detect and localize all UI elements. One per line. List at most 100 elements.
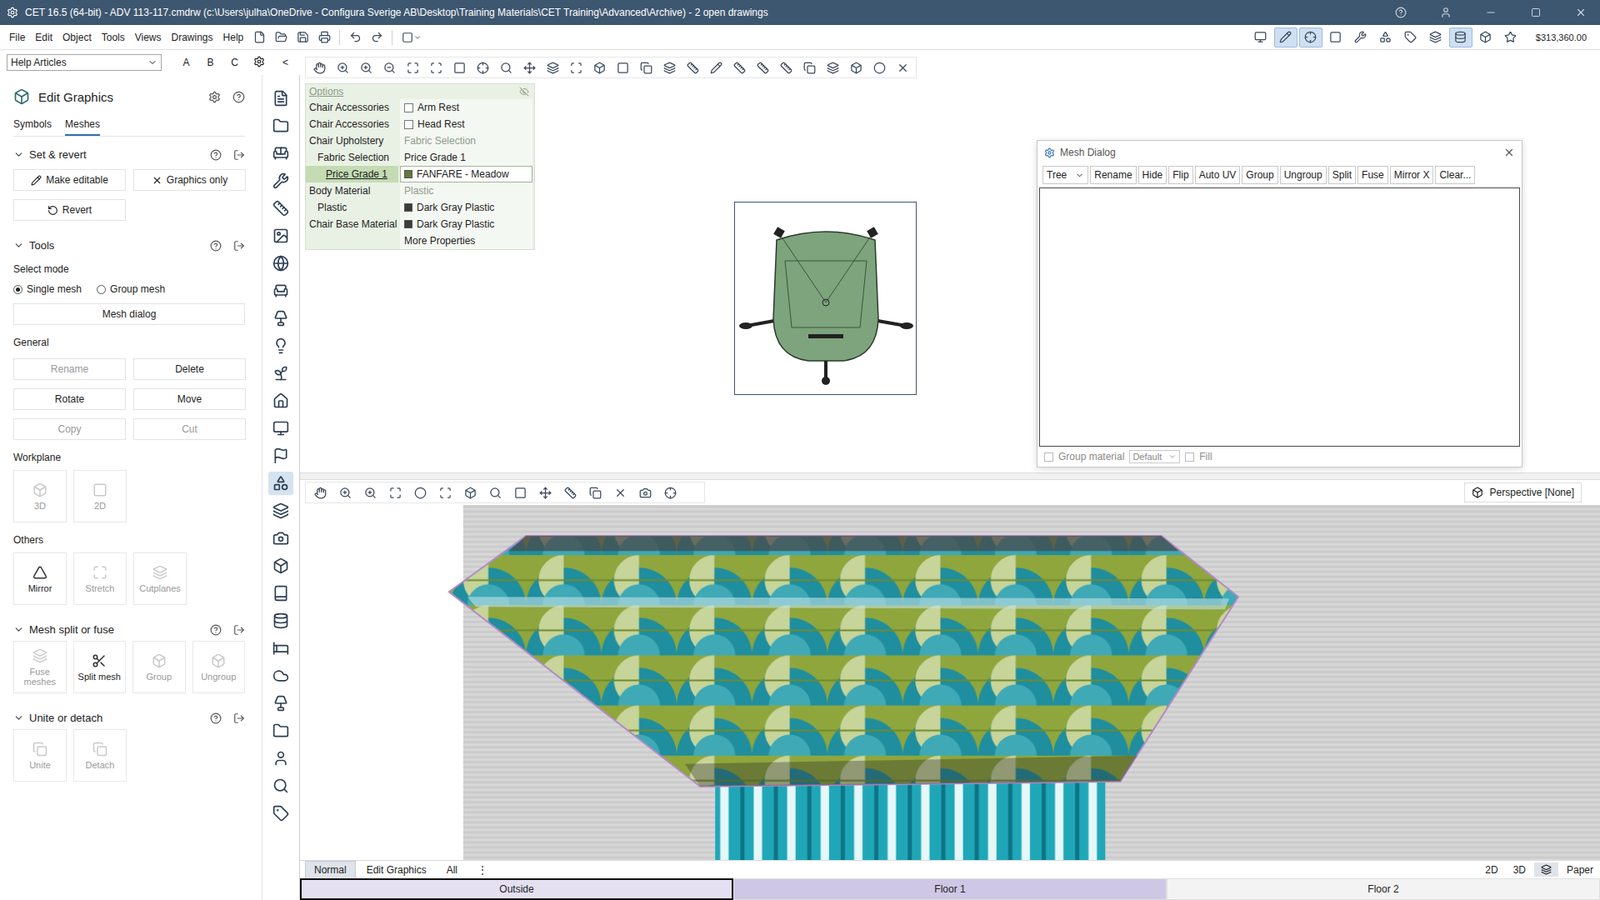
view-tool[interactable] (892, 57, 913, 78)
view-tool[interactable] (384, 482, 406, 503)
view-tool[interactable] (822, 57, 843, 78)
detach-icon[interactable] (233, 240, 245, 252)
sidebar-item[interactable] (268, 389, 294, 413)
view-tool[interactable] (635, 57, 656, 78)
action-button[interactable]: Make editable (13, 169, 126, 191)
view-tool[interactable] (309, 57, 330, 78)
action-button[interactable]: Revert (13, 199, 126, 221)
option-row[interactable]: Price Grade 1FANFARE - Meadow (305, 165, 535, 183)
view-tool[interactable] (434, 482, 456, 503)
mesh-dialog-button[interactable]: Mesh dialog (13, 303, 245, 325)
sidebar-item[interactable] (268, 444, 294, 468)
dialog-button[interactable]: Ungroup (1280, 165, 1327, 185)
option-value[interactable]: Dark Gray Plastic (400, 199, 533, 216)
sidebar-item[interactable] (268, 279, 294, 303)
view-tool[interactable] (409, 482, 431, 503)
view-tool[interactable] (589, 57, 610, 78)
toolbar-button[interactable] (249, 27, 270, 48)
tool-tile[interactable]: Mirror (13, 552, 67, 605)
menu-item[interactable]: Object (58, 29, 96, 46)
sidebar-item[interactable] (268, 416, 294, 440)
option-row[interactable]: Chair AccessoriesArm Rest (305, 99, 535, 116)
view-tool[interactable] (332, 57, 353, 78)
maximize-button[interactable] (1516, 0, 1555, 25)
fill-checkbox[interactable] (1185, 452, 1195, 462)
view-tool[interactable] (659, 57, 680, 78)
floor-tab[interactable]: Floor 2 (1166, 878, 1600, 900)
dialog-button[interactable]: Group (1241, 165, 1278, 185)
option-value[interactable]: Plastic (400, 182, 533, 200)
redo-button[interactable] (366, 27, 387, 48)
sidebar-item[interactable] (268, 691, 294, 715)
help-icon[interactable] (210, 712, 222, 725)
quick-tool[interactable] (1424, 27, 1448, 48)
view-mode[interactable]: 2D (1478, 862, 1505, 878)
view-tool[interactable] (509, 482, 531, 503)
letter-button[interactable]: B (199, 56, 222, 69)
option-row[interactable]: More Properties (305, 232, 535, 250)
detach-icon[interactable] (233, 624, 245, 636)
general-button[interactable]: Delete (133, 358, 246, 380)
view-select[interactable]: Tree (1042, 165, 1089, 185)
letter-button[interactable]: A (175, 56, 198, 69)
quick-tool[interactable] (1274, 27, 1298, 48)
view-tool[interactable] (472, 57, 493, 78)
dialog-button[interactable]: Split (1328, 165, 1356, 185)
view-tool[interactable] (584, 482, 606, 503)
chair-2d-drawing[interactable] (734, 201, 917, 395)
help-icon[interactable] (210, 149, 222, 161)
view-tool[interactable] (379, 57, 400, 78)
close-icon[interactable] (1503, 146, 1515, 159)
help-dropdown[interactable]: Help Articles (6, 54, 162, 71)
radio-option[interactable]: Group mesh (96, 283, 165, 295)
tool-tile[interactable]: Cutplanes (133, 552, 187, 605)
view-tool[interactable] (519, 57, 540, 78)
dialog-button[interactable]: Rename (1090, 165, 1136, 185)
detach-icon[interactable] (233, 712, 245, 725)
view-tool[interactable] (609, 482, 631, 503)
option-row[interactable]: Chair UpholsteryFabric Selection (305, 132, 535, 150)
sidebar-item[interactable] (268, 196, 294, 220)
sidebar-item[interactable] (268, 169, 294, 193)
quick-tool[interactable] (1399, 27, 1423, 48)
view-mode[interactable]: 3D (1506, 862, 1533, 878)
view-tool[interactable] (309, 482, 331, 503)
dialog-button[interactable]: Mirror X (1390, 165, 1435, 185)
option-row[interactable]: Fabric SelectionPrice Grade 1 (305, 149, 535, 166)
tool-tile[interactable]: Ungroup (192, 640, 246, 694)
view-tool[interactable] (682, 57, 703, 78)
quick-tool[interactable] (1499, 27, 1523, 48)
sidebar-item[interactable] (268, 471, 294, 495)
view-tab[interactable]: Edit Graphics (357, 860, 436, 880)
menu-item[interactable]: Edit (30, 29, 57, 46)
radio-option[interactable]: Single mesh (13, 283, 82, 295)
view-tool[interactable] (402, 57, 423, 78)
view-tool[interactable] (659, 482, 681, 503)
floor-tab[interactable]: Floor 1 (733, 878, 1167, 900)
dialog-button[interactable]: Fuse (1357, 165, 1389, 185)
option-value[interactable]: Head Rest (400, 115, 533, 133)
tool-tile[interactable]: Detach (73, 729, 127, 782)
view-tool[interactable] (775, 57, 796, 78)
quick-tool[interactable] (1449, 27, 1473, 48)
general-button[interactable]: Copy (13, 418, 126, 440)
option-value[interactable]: Price Grade 1 (400, 149, 533, 166)
settings-icon[interactable] (208, 90, 221, 104)
quick-tool[interactable] (1299, 27, 1323, 48)
quick-tool[interactable] (1324, 27, 1348, 48)
sidebar-item[interactable] (268, 224, 294, 248)
sidebar-item[interactable] (268, 361, 294, 385)
dialog-button[interactable]: Hide (1138, 165, 1168, 185)
help-icon[interactable] (210, 624, 222, 636)
view-tool[interactable] (634, 482, 656, 503)
general-button[interactable]: Rename (13, 358, 126, 380)
sidebar-item[interactable] (268, 636, 294, 660)
split-view-button[interactable] (1534, 862, 1559, 877)
section-header[interactable]: Mesh split or fuse (13, 623, 245, 636)
option-checkbox[interactable] (404, 120, 414, 130)
view-tool[interactable] (559, 482, 581, 503)
quick-tool[interactable] (1249, 27, 1273, 48)
hide-icon[interactable] (519, 86, 530, 97)
sidebar-item[interactable] (268, 609, 294, 633)
view-tool[interactable] (845, 57, 866, 78)
